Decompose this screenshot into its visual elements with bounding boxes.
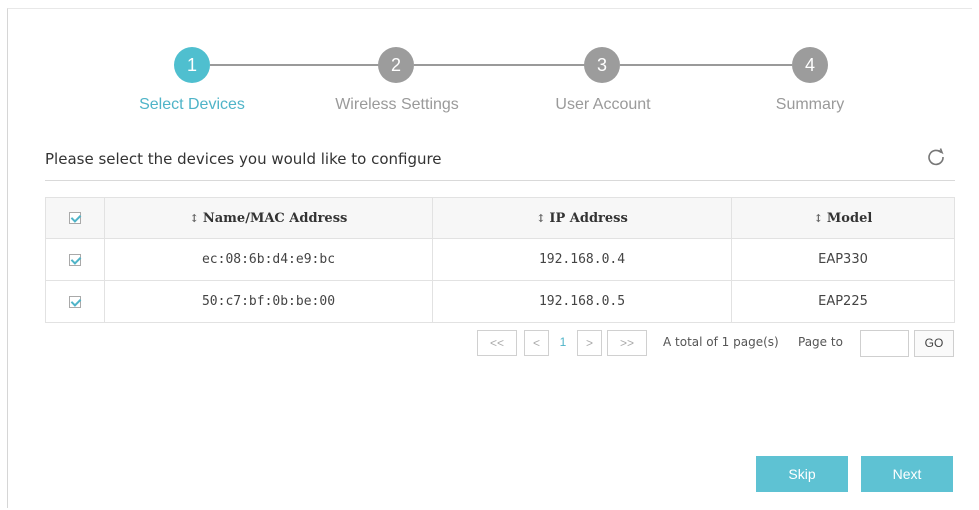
prev-page-button[interactable]: <	[524, 330, 549, 356]
row-select-cell	[45, 238, 105, 281]
row-checkbox[interactable]	[69, 253, 81, 266]
next-page-button[interactable]: >	[577, 330, 602, 356]
select-all-cell	[45, 197, 105, 239]
cell-ip: 192.168.0.4	[432, 238, 732, 281]
select-all-checkbox[interactable]	[69, 212, 81, 224]
page-number-1[interactable]: 1	[552, 330, 574, 356]
step-1-label: Select Devices	[139, 96, 245, 113]
go-button[interactable]: GO	[914, 330, 954, 357]
step-4-label: Summary	[775, 96, 845, 113]
step-2-circle: 2	[378, 47, 414, 83]
column-header-model[interactable]: ↕ Model	[731, 197, 955, 239]
first-page-button[interactable]: <<	[477, 330, 517, 356]
step-3-circle: 3	[584, 47, 620, 83]
step-2-label: Wireless Settings	[335, 96, 459, 113]
column-header-ip[interactable]: ↕ IP Address	[432, 197, 732, 239]
step-4-circle: 4	[792, 47, 828, 83]
step-3-label: User Account	[555, 96, 651, 113]
cell-name: ec:08:6b:d4:e9:bc	[104, 238, 433, 281]
skip-button[interactable]: Skip	[756, 456, 848, 492]
page-to-label: Page to	[798, 335, 843, 349]
step-1-circle: 1	[174, 47, 210, 83]
cell-model: EAP225	[731, 280, 955, 323]
step-connector	[414, 64, 586, 66]
next-button[interactable]: Next	[861, 456, 953, 492]
column-header-name[interactable]: ↕ Name/MAC Address	[104, 197, 433, 239]
divider	[45, 180, 955, 181]
last-page-button[interactable]: >>	[607, 330, 647, 356]
total-pages-text: A total of 1 page(s)	[663, 335, 779, 349]
table-header-row: ↕ Name/MAC Address ↕ IP Address ↕ Model	[45, 197, 955, 239]
step-connector	[210, 64, 382, 66]
cell-model: EAP330	[731, 238, 955, 281]
sort-icon: ↕	[536, 211, 546, 225]
device-table: ↕ Name/MAC Address ↕ IP Address ↕ Model ec:…	[45, 197, 955, 323]
table-row[interactable]: ec:08:6b:d4:e9:bc 192.168.0.4 EAP330	[45, 238, 955, 281]
page-to-input[interactable]	[860, 330, 909, 357]
column-header-ip-label: IP Address	[549, 210, 628, 226]
refresh-icon[interactable]	[925, 146, 947, 168]
column-header-name-label: Name/MAC Address	[202, 210, 348, 226]
row-checkbox[interactable]	[69, 295, 81, 308]
row-select-cell	[45, 280, 105, 323]
column-header-model-label: Model	[826, 210, 873, 226]
instruction-text: Please select the devices you would like…	[45, 150, 442, 168]
sort-icon: ↕	[189, 211, 199, 225]
table-row[interactable]: 50:c7:bf:0b:be:00 192.168.0.5 EAP225	[45, 280, 955, 323]
step-connector	[620, 64, 792, 66]
cell-name: 50:c7:bf:0b:be:00	[104, 280, 433, 323]
cell-ip: 192.168.0.5	[432, 280, 732, 323]
sort-icon: ↕	[813, 211, 823, 225]
